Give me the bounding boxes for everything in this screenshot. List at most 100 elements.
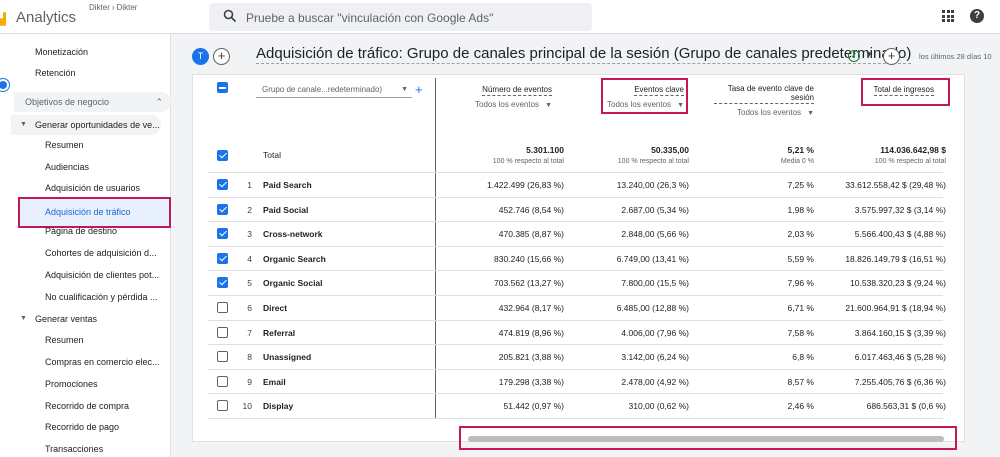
total-eventos-clave: 50.335,00: [651, 145, 689, 155]
table-row[interactable]: 1 Paid Search 1.422.499 (26,83 %) 13.240,00…: [208, 173, 946, 197]
table-row[interactable]: 5 Organic Social 703.562 (13,27 %) 7.800,00…: [208, 271, 946, 295]
row-divider: [208, 418, 943, 419]
row-channel-name[interactable]: Organic Social: [263, 271, 323, 295]
sidebar-item-recorrido-compra[interactable]: Recorrido de compra: [11, 396, 171, 416]
row-checkbox[interactable]: [217, 228, 228, 239]
sidebar-item-promociones[interactable]: Promociones: [11, 374, 171, 394]
row-channel-name[interactable]: Organic Search: [263, 247, 326, 271]
search-bar[interactable]: Pruebe a buscar "vinculación con Google …: [209, 3, 592, 31]
table-row[interactable]: 2 Paid Social 452.746 (8,54 %) 2.687,00 (5,…: [208, 198, 946, 222]
sidebar-section-label: Generar oportunidades de ve...: [35, 120, 160, 130]
row-tasa: 7,58 %: [787, 328, 814, 338]
sidebar-item-adquisicion-usuarios[interactable]: Adquisición de usuarios: [11, 178, 171, 198]
row-eventos-clave: 6.749,00 (13,41 %): [616, 254, 689, 264]
table-row[interactable]: 10 Display 51.442 (0,97 %) 310,00 (0,62 %) 2…: [208, 394, 946, 418]
row-index: 10: [242, 401, 252, 411]
table-row[interactable]: 8 Unassigned 205.821 (3,88 %) 3.142,00 (6,2…: [208, 345, 946, 369]
dimension-select-value: Grupo de canale...redeterminado): [262, 85, 383, 94]
sidebar-item-no-cualificacion[interactable]: No cualificación y pérdida ...: [11, 287, 171, 307]
totals-checkbox[interactable]: [217, 150, 228, 161]
reports-nav-icon[interactable]: [0, 79, 9, 91]
column-label: Tasa de evento clave de sesión: [714, 84, 814, 104]
column-header-eventos[interactable]: Número de eventos Todos los eventos ▼: [475, 85, 552, 109]
scrollbar-thumb[interactable]: [468, 436, 944, 442]
table-row[interactable]: 7 Referral 474.819 (8,96 %) 4.006,00 (7,96 …: [208, 321, 946, 345]
column-event-filter[interactable]: Todos los eventos ▼: [714, 108, 814, 117]
table-row[interactable]: 6 Direct 432.964 (8,17 %) 6.485,00 (12,88 %…: [208, 296, 946, 320]
row-index: 3: [247, 229, 252, 239]
total-eventos: 5.301.100: [526, 145, 564, 155]
row-channel-name[interactable]: Direct: [263, 296, 287, 320]
row-channel-name[interactable]: Unassigned: [263, 345, 311, 369]
row-index: 2: [247, 205, 252, 215]
sidebar-item-compras[interactable]: Compras en comercio elec...: [11, 352, 171, 372]
help-icon[interactable]: ?: [970, 9, 984, 23]
sidebar-item-retencion[interactable]: Retención: [11, 63, 171, 83]
sidebar-item-clientes-potenciales[interactable]: Adquisición de clientes pot...: [11, 265, 171, 285]
sidebar-item-pagina-destino[interactable]: Página de destino: [11, 221, 171, 241]
sidebar-group-label: Objetivos de negocio: [25, 97, 110, 107]
row-checkbox[interactable]: [217, 302, 228, 313]
property-name: Dikter: [116, 3, 138, 12]
sidebar-item-resumen[interactable]: Resumen: [11, 135, 171, 155]
table-row[interactable]: 3 Cross-network 470.385 (8,87 %) 2.848,00 (…: [208, 222, 946, 246]
row-checkbox[interactable]: [217, 327, 228, 338]
total-tasa: 5,21 %: [787, 145, 814, 155]
table-row[interactable]: 9 Email 179.298 (3,38 %) 2.478,00 (4,92 %) 8…: [208, 370, 946, 394]
caret-down-icon[interactable]: ▼: [865, 50, 873, 59]
row-checkbox[interactable]: [217, 277, 228, 288]
select-all-checkbox[interactable]: [217, 82, 228, 93]
row-ingresos: 3.575.997,32 $ (3,14 %): [854, 205, 946, 215]
row-index: 4: [247, 254, 252, 264]
row-checkbox[interactable]: [217, 400, 228, 411]
row-index: 6: [247, 303, 252, 313]
row-channel-name[interactable]: Referral: [263, 321, 295, 345]
add-comparison-button[interactable]: +: [213, 48, 230, 65]
caret-down-icon: ▼: [401, 86, 408, 93]
column-filter-value: Todos los eventos: [737, 108, 802, 117]
row-channel-name[interactable]: Cross-network: [263, 222, 323, 246]
row-checkbox[interactable]: [217, 179, 228, 190]
highlight-eventos-clave: [601, 78, 688, 114]
row-channel-name[interactable]: Email: [263, 370, 286, 394]
row-checkbox[interactable]: [217, 253, 228, 264]
row-tasa: 6,71 %: [787, 303, 814, 313]
column-header-tasa[interactable]: Tasa de evento clave de sesión Todos los…: [714, 84, 814, 117]
row-tasa: 6,8 %: [792, 352, 814, 362]
caret-down-icon: ▼: [20, 315, 27, 322]
row-ingresos: 686.563,31 $ (0,6 %): [866, 401, 946, 411]
avatar[interactable]: T: [192, 48, 209, 65]
sidebar-item-monetizacion[interactable]: Monetización: [11, 42, 171, 62]
caret-down-icon: ▼: [545, 102, 552, 109]
row-ingresos: 5.566.400,43 $ (4,88 %): [854, 229, 946, 239]
sidebar-item-cohortes[interactable]: Cohortes de adquisición d...: [11, 243, 171, 263]
dimension-select[interactable]: Grupo de canale...redeterminado) ▼: [256, 82, 412, 98]
row-tasa: 1,98 %: [787, 205, 814, 215]
table-row[interactable]: 4 Organic Search 830.240 (15,66 %) 6.749,00…: [208, 247, 946, 271]
sidebar-item-audiencias[interactable]: Audiencias: [11, 157, 171, 177]
row-channel-name[interactable]: Paid Social: [263, 198, 308, 222]
check-circle-icon[interactable]: ✓: [848, 50, 860, 62]
column-event-filter[interactable]: Todos los eventos ▼: [475, 100, 552, 109]
add-button[interactable]: +: [883, 48, 900, 65]
row-checkbox[interactable]: [217, 351, 228, 362]
row-checkbox[interactable]: [217, 376, 228, 387]
account-breadcrumb[interactable]: Dikter › Dikter: [89, 3, 137, 12]
row-eventos-clave: 2.848,00 (5,66 %): [621, 229, 689, 239]
total-ingresos-sub: 100 % respecto al total: [874, 158, 946, 165]
highlight-ingresos: [861, 78, 950, 106]
sidebar-item-transacciones[interactable]: Transacciones: [11, 439, 171, 457]
apps-grid-icon[interactable]: [942, 10, 954, 22]
row-eventos: 452.746 (8,54 %): [498, 205, 564, 215]
date-range[interactable]: los últimos 28 días 10: [919, 52, 992, 61]
horizontal-scrollbar[interactable]: [459, 426, 957, 450]
sidebar-item-recorrido-pago[interactable]: Recorrido de pago: [11, 417, 171, 437]
row-checkbox[interactable]: [217, 204, 228, 215]
add-dimension-button[interactable]: +: [415, 82, 423, 98]
sidebar-section-generar-oportunidades[interactable]: ▼ Generar oportunidades de ve...: [11, 115, 161, 135]
row-channel-name[interactable]: Paid Search: [263, 173, 312, 197]
sidebar-item-resumen-ventas[interactable]: Resumen: [11, 330, 171, 350]
row-channel-name[interactable]: Display: [263, 394, 293, 418]
sidebar-group-objetivos[interactable]: Objetivos de negocio ⌃: [14, 92, 171, 112]
sidebar-section-generar-ventas[interactable]: ▼ Generar ventas: [11, 309, 171, 329]
